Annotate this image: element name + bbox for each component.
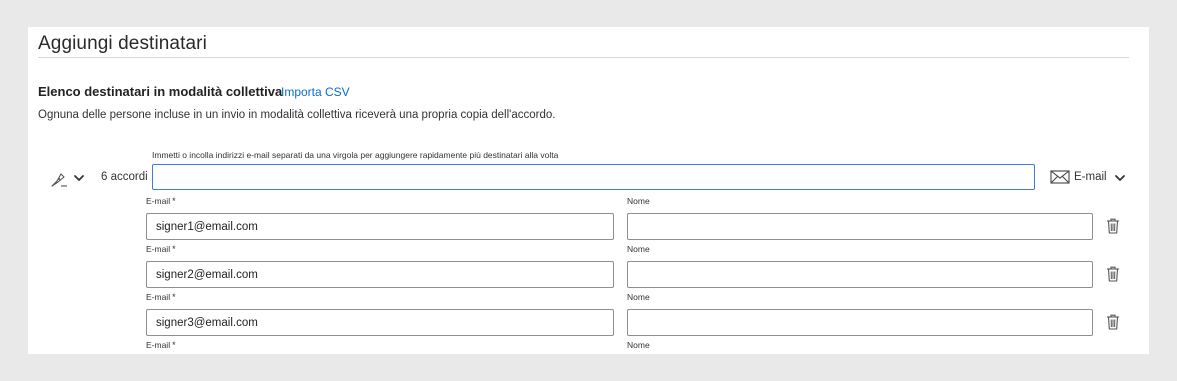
name-label: Nome: [627, 196, 650, 206]
required-mark: *: [172, 244, 176, 254]
name-field[interactable]: [627, 309, 1093, 336]
email-label: E-mail *: [146, 292, 176, 302]
chevron-down-icon[interactable]: [1114, 173, 1126, 183]
trash-icon[interactable]: [1106, 266, 1120, 282]
name-field[interactable]: [627, 261, 1093, 288]
bulk-input-hint: Immetti o incolla indirizzi e-mail separ…: [152, 150, 559, 160]
required-mark: *: [172, 196, 176, 206]
chevron-down-icon[interactable]: [73, 173, 85, 183]
name-label: Nome: [627, 340, 650, 350]
email-field[interactable]: [146, 261, 614, 288]
email-label: E-mail *: [146, 244, 176, 254]
trash-icon[interactable]: [1106, 218, 1120, 234]
required-mark: *: [172, 340, 176, 350]
email-label: E-mail *: [146, 196, 176, 206]
trash-icon[interactable]: [1106, 314, 1120, 330]
add-recipients-panel: Aggiungi destinatari Elenco destinatari …: [28, 27, 1149, 354]
title-divider: [38, 57, 1129, 58]
envelope-icon[interactable]: [1050, 170, 1070, 184]
page-title: Aggiungi destinatari: [38, 33, 207, 54]
name-label: Nome: [627, 244, 650, 254]
name-label: Nome: [627, 292, 650, 302]
bulk-description: Ognuna delle persone incluse in un invio…: [38, 109, 556, 121]
pen-nib-icon[interactable]: [49, 170, 69, 188]
email-field[interactable]: [146, 213, 614, 240]
agreement-count: 6 accordi: [101, 171, 148, 183]
email-field[interactable]: [146, 309, 614, 336]
import-csv-link[interactable]: Importa CSV: [281, 85, 350, 99]
bulk-list-title: Elenco destinatari in modalità collettiv…: [38, 84, 283, 99]
required-mark: *: [172, 292, 176, 302]
name-field[interactable]: [627, 213, 1093, 240]
email-label: E-mail *: [146, 340, 176, 350]
bulk-email-input[interactable]: [152, 164, 1035, 190]
auth-method-label[interactable]: E-mail: [1074, 171, 1107, 183]
